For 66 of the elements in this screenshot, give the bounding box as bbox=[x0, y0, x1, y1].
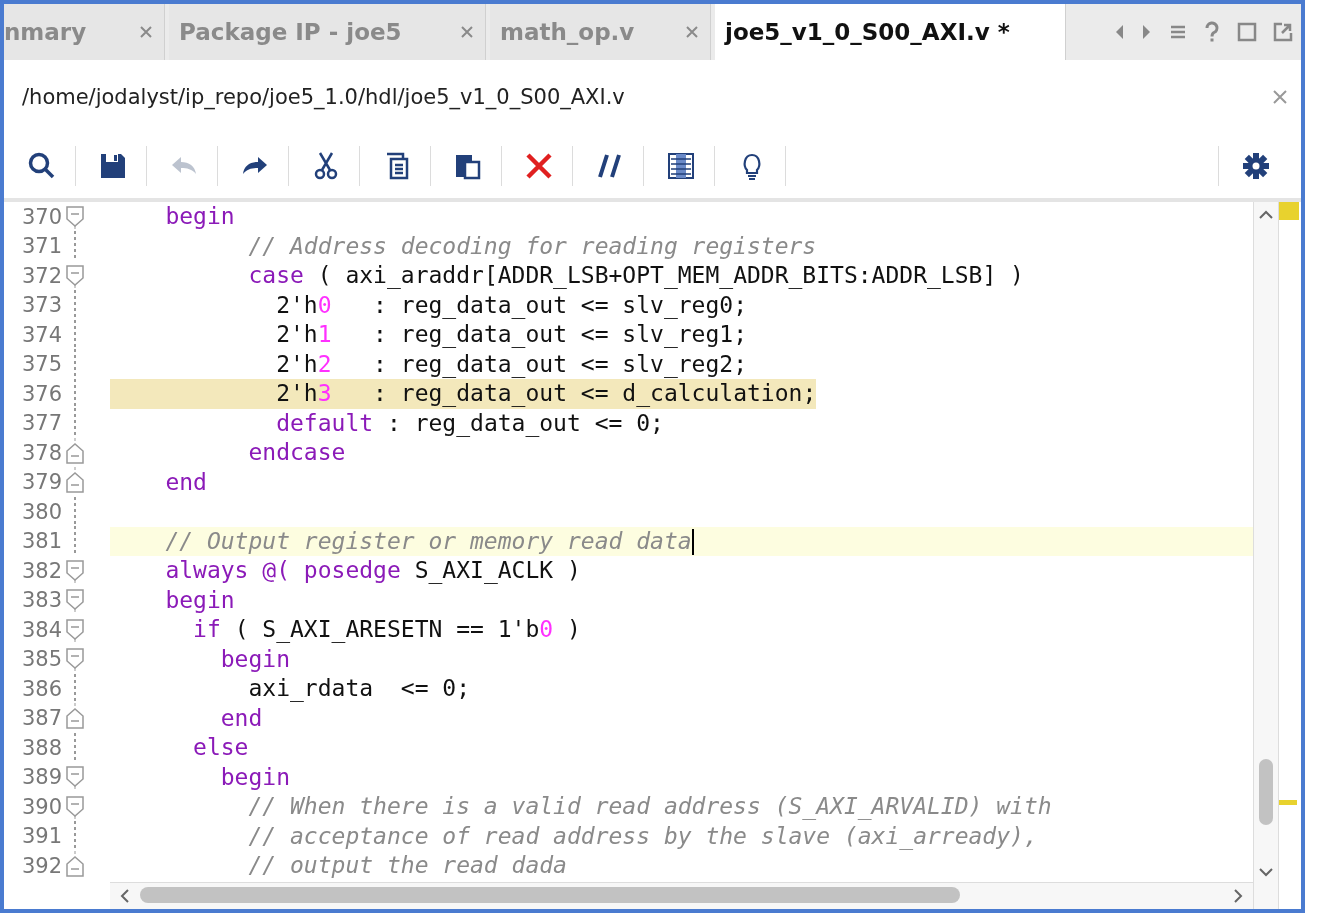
code-line: axi_rdata <= 0; bbox=[247, 674, 471, 704]
vertical-scrollbar-thumb[interactable] bbox=[1259, 759, 1273, 825]
menu-icon[interactable] bbox=[1169, 23, 1187, 41]
code-line: case ( axi_araddr[ADDR_LSB+OPT_MEM_ADDR_BITS:ADDR_LSB] ) bbox=[247, 261, 1024, 291]
line-number: 374 bbox=[20, 322, 62, 347]
line-number: 378 bbox=[20, 440, 62, 465]
fold-guide-line bbox=[74, 732, 76, 763]
line-number: 384 bbox=[20, 617, 62, 642]
line-number: 372 bbox=[20, 263, 62, 288]
column-block-icon[interactable] bbox=[665, 150, 697, 182]
line-number: 379 bbox=[20, 470, 62, 495]
code-line: end bbox=[164, 467, 207, 497]
line-number: 386 bbox=[20, 676, 62, 701]
code-line: if ( S_AXI_ARESETN == 1'b0 ) bbox=[192, 615, 581, 645]
line-number: 376 bbox=[20, 381, 62, 406]
code-line: begin bbox=[164, 585, 235, 615]
line-number: 385 bbox=[20, 647, 62, 672]
line-number: 388 bbox=[20, 735, 62, 760]
close-icon[interactable] bbox=[138, 24, 154, 40]
code-line: else bbox=[192, 733, 249, 762]
line-number: 383 bbox=[20, 588, 62, 613]
code-line: 2'h2 : reg_data_out <= slv_reg2; bbox=[275, 349, 747, 379]
code-line: // acceptance of read address by the slave (axi_arready), bbox=[247, 821, 1038, 851]
line-number: 389 bbox=[20, 765, 62, 790]
editor-tab[interactable]: math_op.v bbox=[490, 4, 711, 60]
line-number: 371 bbox=[20, 234, 62, 259]
settings-icon[interactable] bbox=[1240, 150, 1272, 182]
help-icon[interactable] bbox=[1203, 21, 1221, 43]
code-line: end bbox=[219, 703, 263, 733]
right-arrow-icon[interactable] bbox=[1141, 23, 1153, 41]
scroll-down-icon[interactable] bbox=[1256, 865, 1276, 879]
line-number: 380 bbox=[20, 499, 62, 524]
code-line: 2'h0 : reg_data_out <= slv_reg0; bbox=[275, 290, 747, 320]
code-line: begin bbox=[219, 762, 290, 792]
line-number: 381 bbox=[20, 529, 62, 554]
float-window-icon[interactable] bbox=[1273, 22, 1293, 42]
code-line: endcase bbox=[247, 438, 346, 467]
overview-marker[interactable] bbox=[1279, 202, 1299, 220]
file-path: /home/jodalyst/ip_repo/joe5_1.0/hdl/joe5_v1_0_S00_AXI.v bbox=[22, 85, 625, 109]
code-line: // When there is a valid read address (S_AXI_ARVALID) with bbox=[247, 792, 1052, 822]
line-number: 377 bbox=[20, 411, 62, 436]
maximize-icon[interactable] bbox=[1237, 22, 1257, 42]
horizontal-scrollbar-thumb[interactable] bbox=[140, 887, 960, 903]
editor-tab[interactable]: nmary bbox=[4, 4, 165, 60]
code-line: begin bbox=[219, 644, 290, 674]
overview-marker[interactable] bbox=[1279, 800, 1297, 805]
editor-tab[interactable]: joe5_v1_0_S00_AXI.v * bbox=[715, 4, 1066, 60]
close-icon[interactable] bbox=[1271, 88, 1289, 106]
line-number: 387 bbox=[20, 706, 62, 731]
line-number: 392 bbox=[20, 853, 62, 878]
line-number: 370 bbox=[20, 204, 62, 229]
line-number: 391 bbox=[20, 824, 62, 849]
code-line: // Address decoding for reading registers bbox=[247, 231, 817, 261]
line-number: 382 bbox=[20, 558, 62, 583]
close-icon[interactable] bbox=[459, 24, 475, 40]
line-number: 390 bbox=[20, 794, 62, 819]
editor-tab[interactable]: Package IP - joe5 bbox=[169, 4, 486, 60]
code-line: default : reg_data_out <= 0; bbox=[275, 408, 664, 438]
line-number: 375 bbox=[20, 352, 62, 377]
code-line: // output the read dada bbox=[247, 851, 567, 880]
close-icon[interactable] bbox=[684, 24, 700, 40]
fold-guide-line bbox=[74, 673, 76, 704]
line-number: 373 bbox=[20, 293, 62, 318]
code-line: begin bbox=[164, 202, 235, 231]
code-line: 2'h1 : reg_data_out <= slv_reg1; bbox=[275, 320, 747, 350]
code-line: always @( posedge S_AXI_ACLK ) bbox=[164, 556, 581, 586]
